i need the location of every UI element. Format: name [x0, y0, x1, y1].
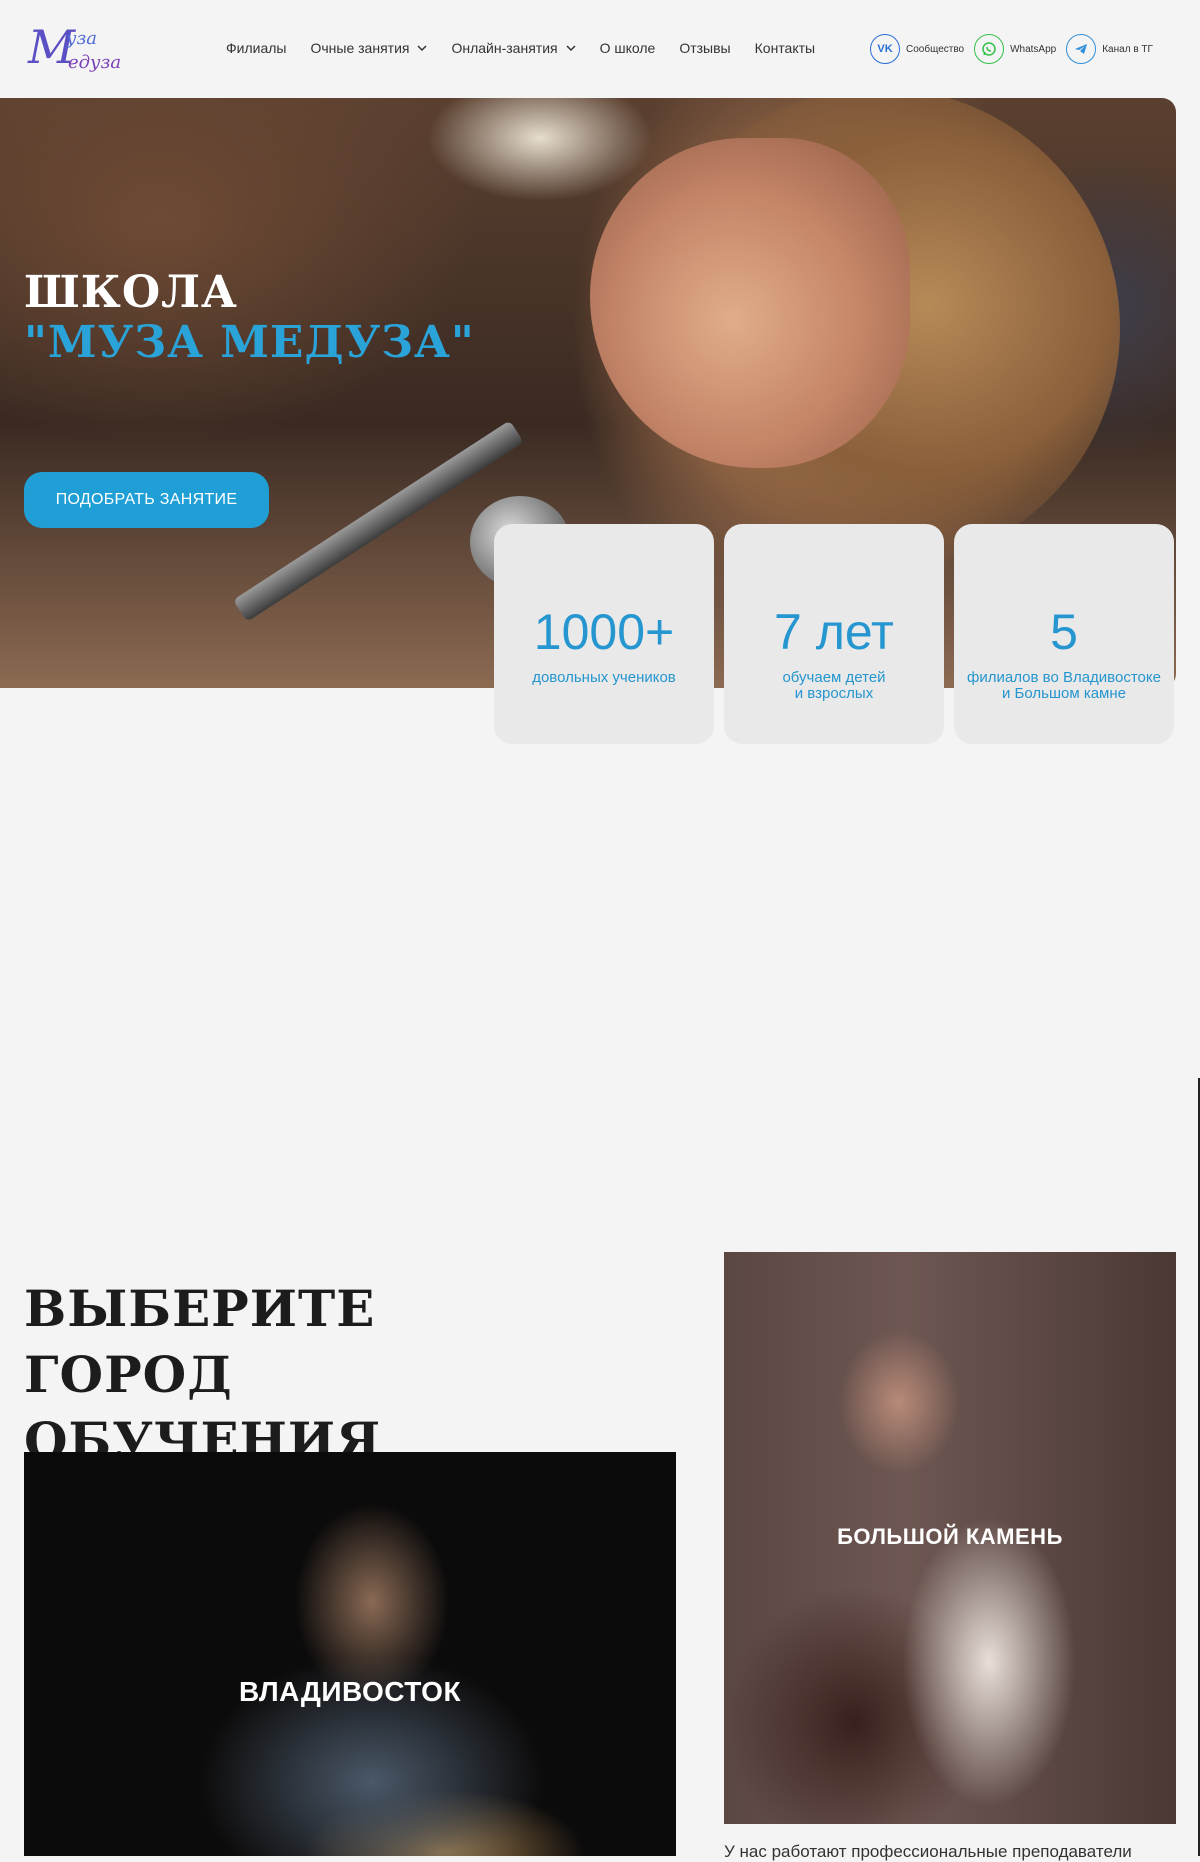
whatsapp-icon: [974, 34, 1005, 64]
nav-reviews[interactable]: Отзывы: [679, 40, 730, 56]
nav-offline-classes-label: Очные занятия: [310, 40, 410, 56]
social-telegram-link[interactable]: Канал в ТГ: [1066, 34, 1153, 64]
hero-photo-singer: [590, 138, 910, 468]
main-nav: Филиалы Очные занятия Онлайн-занятия О ш…: [226, 40, 815, 56]
social-vk-label: Сообщество: [906, 43, 965, 55]
social-vk-link[interactable]: VK Сообщество: [870, 34, 964, 64]
nav-branches-label: Филиалы: [226, 40, 287, 56]
stat-caption: обучаем детей и взрослых: [782, 669, 886, 702]
nav-offline-classes[interactable]: Очные занятия: [310, 40, 427, 56]
city-card-vladivostok[interactable]: ВЛАДИВОСТОК: [24, 1452, 676, 1856]
teachers-intro-text: У нас работают профессиональные преподав…: [724, 1842, 1132, 1861]
nav-online-classes[interactable]: Онлайн-занятия: [451, 40, 576, 56]
stat-value: 5: [1050, 604, 1078, 660]
city-section-title-text: ВЫБЕРИТЕ ГОРОД ОБУЧЕНИЯ: [24, 1279, 382, 1470]
social-telegram-label: Канал в ТГ: [1102, 43, 1153, 55]
city-card-label: БОЛЬШОЙ КАМЕНЬ: [837, 1524, 1063, 1549]
logo[interactable]: M уза едуза: [28, 20, 128, 78]
chevron-down-icon: [566, 45, 576, 52]
nav-about-label: О школе: [599, 40, 656, 56]
stat-value: 7 лет: [774, 604, 894, 660]
social-whatsapp-label: WhatsApp: [1010, 43, 1057, 55]
stat-caption: довольных учеников: [532, 669, 676, 686]
city-section-title: ВЫБЕРИТЕ ГОРОД ОБУЧЕНИЯ: [24, 1276, 564, 1474]
hero-title-line1: ШКОЛА: [24, 267, 238, 318]
stat-value: 1000+: [533, 604, 675, 660]
hero-title: ШКОЛА "МУЗА МЕДУЗА": [24, 268, 475, 368]
stat-card: 1000+ довольных учеников: [494, 524, 714, 744]
social-whatsapp-link[interactable]: WhatsApp: [974, 34, 1056, 64]
city-card-label: ВЛАДИВОСТОК: [238, 1676, 462, 1707]
vk-icon: VK: [870, 34, 900, 64]
social-links: VK Сообщество WhatsApp Канал в ТГ: [870, 34, 1153, 64]
city-card-bolshoy-kamen[interactable]: БОЛЬШОЙ КАМЕНЬ: [724, 1252, 1176, 1824]
nav-branches[interactable]: Филиалы: [226, 40, 286, 56]
stat-card: 7 лет обучаем детей и взрослых: [724, 524, 944, 744]
choose-class-button[interactable]: ПОДОБРАТЬ ЗАНЯТИЕ: [24, 472, 269, 528]
site-header: M уза едуза Филиалы Очные занятия Онлайн…: [0, 0, 1200, 98]
nav-contacts-label: Контакты: [754, 40, 816, 56]
nav-about[interactable]: О школе: [600, 40, 656, 56]
nav-reviews-label: Отзывы: [679, 40, 731, 56]
chevron-down-icon: [417, 45, 427, 52]
nav-online-classes-label: Онлайн-занятия: [451, 40, 558, 56]
stats-row: 1000+ довольных учеников 7 лет обучаем д…: [494, 524, 1174, 744]
hero-title-line2: "МУЗА МЕДУЗА": [24, 317, 475, 368]
stat-caption: филиалов во Владивостоке и Большом камне: [967, 669, 1161, 702]
nav-contacts[interactable]: Контакты: [755, 40, 815, 56]
stat-card: 5 филиалов во Владивостоке и Большом кам…: [954, 524, 1174, 744]
logo-wordmark: M уза едуза: [28, 20, 122, 74]
telegram-icon: [1066, 34, 1097, 64]
